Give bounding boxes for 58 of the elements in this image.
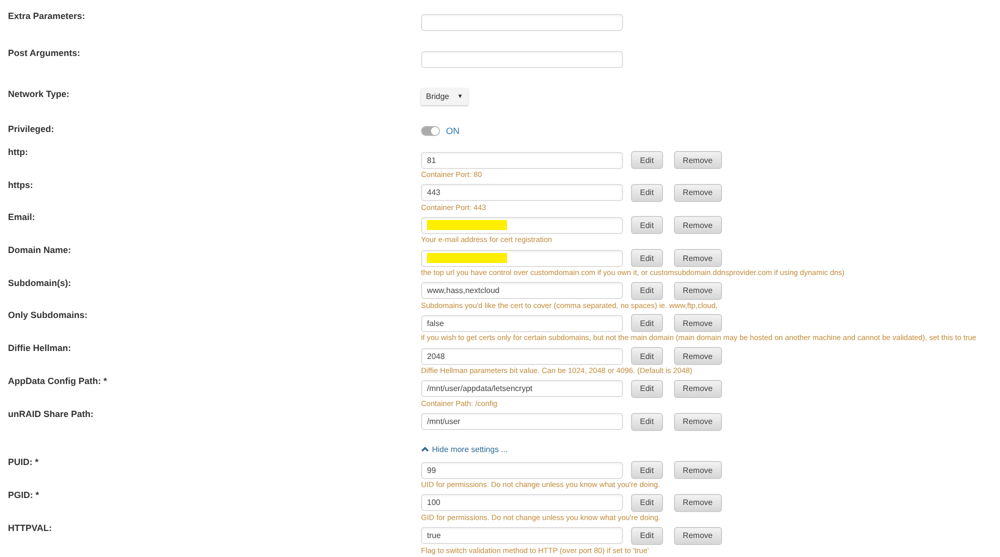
field-label: PUID: * [8, 457, 40, 468]
input-field[interactable] [421, 14, 623, 31]
field-label: HTTPVAL: [8, 522, 53, 533]
input-field[interactable]: /mnt/user [421, 413, 623, 430]
field-label: Domain Name: [8, 245, 72, 256]
edit-button[interactable]: Edit [631, 314, 663, 332]
field-label: Only Subdomains: [8, 310, 89, 320]
remove-button[interactable]: Remove [674, 151, 722, 169]
remove-button[interactable]: Remove [674, 412, 722, 430]
toggle-switch[interactable] [421, 126, 440, 136]
edit-button[interactable]: Edit [631, 282, 663, 300]
input-field[interactable] [421, 250, 623, 267]
field-label: Email: [8, 212, 36, 222]
field-label: Post Arguments: [8, 47, 82, 58]
remove-button[interactable]: Remove [674, 461, 722, 480]
chevron-up-icon [421, 446, 429, 452]
field-label: Extra Parameters: [8, 10, 86, 21]
input-field[interactable]: 81 [421, 152, 623, 168]
field-label: Diffie Hellman: [8, 343, 72, 354]
remove-button[interactable]: Remove [674, 249, 722, 268]
input-field[interactable]: www,hass,nextcloud [421, 282, 623, 300]
field-label: http: [8, 147, 29, 157]
input-field[interactable] [421, 51, 623, 68]
remove-button[interactable]: Remove [674, 380, 722, 398]
remove-button[interactable]: Remove [674, 216, 722, 234]
edit-button[interactable]: Edit [631, 494, 663, 512]
input-field[interactable]: 99 [421, 462, 623, 479]
input-field[interactable]: /mnt/user/appdata/letsencrypt [421, 380, 623, 398]
toggle-state: ON [446, 126, 460, 136]
edit-button[interactable]: Edit [631, 184, 663, 202]
field-label: AppData Config Path: * [8, 376, 108, 386]
input-field[interactable]: 2048 [421, 348, 623, 365]
remove-button[interactable]: Remove [674, 526, 722, 545]
field-label: unRAID Share Path: [8, 408, 95, 418]
input-field[interactable]: 100 [421, 494, 623, 512]
edit-button[interactable]: Edit [631, 412, 663, 430]
field-label: https: [8, 180, 34, 190]
input-field[interactable] [421, 216, 623, 234]
remove-button[interactable]: Remove [674, 347, 722, 366]
remove-button[interactable]: Remove [674, 314, 722, 332]
edit-button[interactable]: Edit [631, 216, 663, 234]
input-field[interactable]: false [421, 314, 623, 332]
input-field[interactable]: 443 [421, 184, 623, 202]
edit-button[interactable]: Edit [631, 526, 663, 545]
edit-button[interactable]: Edit [631, 151, 663, 169]
input-field[interactable]: true [421, 527, 623, 544]
field-label: Subdomain(s): [8, 278, 72, 288]
remove-button[interactable]: Remove [674, 494, 722, 512]
edit-button[interactable]: Edit [631, 249, 663, 268]
edit-button[interactable]: Edit [631, 347, 663, 366]
remove-button[interactable]: Remove [674, 282, 722, 300]
field-label: PGID: * [8, 490, 40, 500]
remove-button[interactable]: Remove [674, 184, 722, 202]
edit-button[interactable]: Edit [631, 380, 663, 398]
hide-settings-link[interactable]: Hide more settings ... [421, 444, 508, 454]
field-label: Network Type: [8, 88, 70, 99]
edit-button[interactable]: Edit [631, 461, 663, 480]
field-label: Privileged: [8, 123, 56, 134]
